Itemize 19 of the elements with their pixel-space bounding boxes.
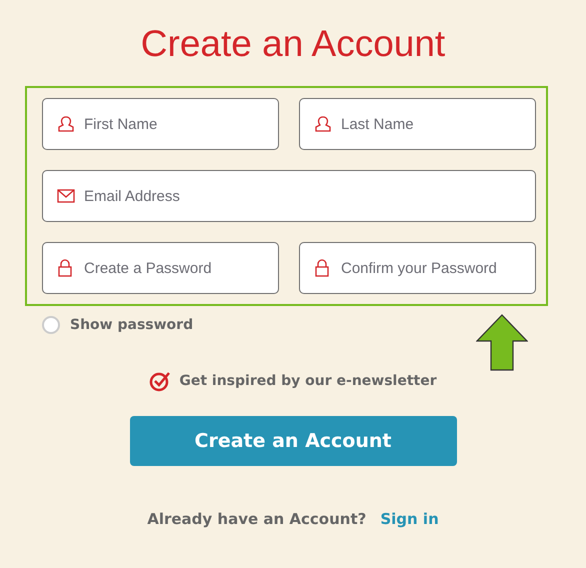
checkbox[interactable] [42,316,60,334]
newsletter-label: Get inspired by our e-newsletter [179,373,437,389]
up-arrow-icon [476,314,528,371]
create-account-button[interactable]: Create an Account [130,416,456,466]
signin-prompt: Already have an Account? [147,510,366,528]
envelope-icon [57,189,75,203]
checkmark-circle-icon[interactable] [149,370,172,392]
input-field[interactable]: First Name [42,98,279,150]
page-title: Create an Account [140,22,446,66]
signin-link[interactable]: Sign in [380,510,439,528]
input-field[interactable]: Email Address [42,170,536,222]
input-field[interactable]: Confirm your Password [299,242,536,294]
input-field[interactable]: Last Name [299,98,536,150]
lock-icon [314,259,330,277]
input-field[interactable]: Create a Password [42,242,279,294]
person-icon [57,115,75,133]
person-icon [314,115,332,133]
checkbox-label: Show password [70,317,194,333]
lock-icon [57,259,73,277]
